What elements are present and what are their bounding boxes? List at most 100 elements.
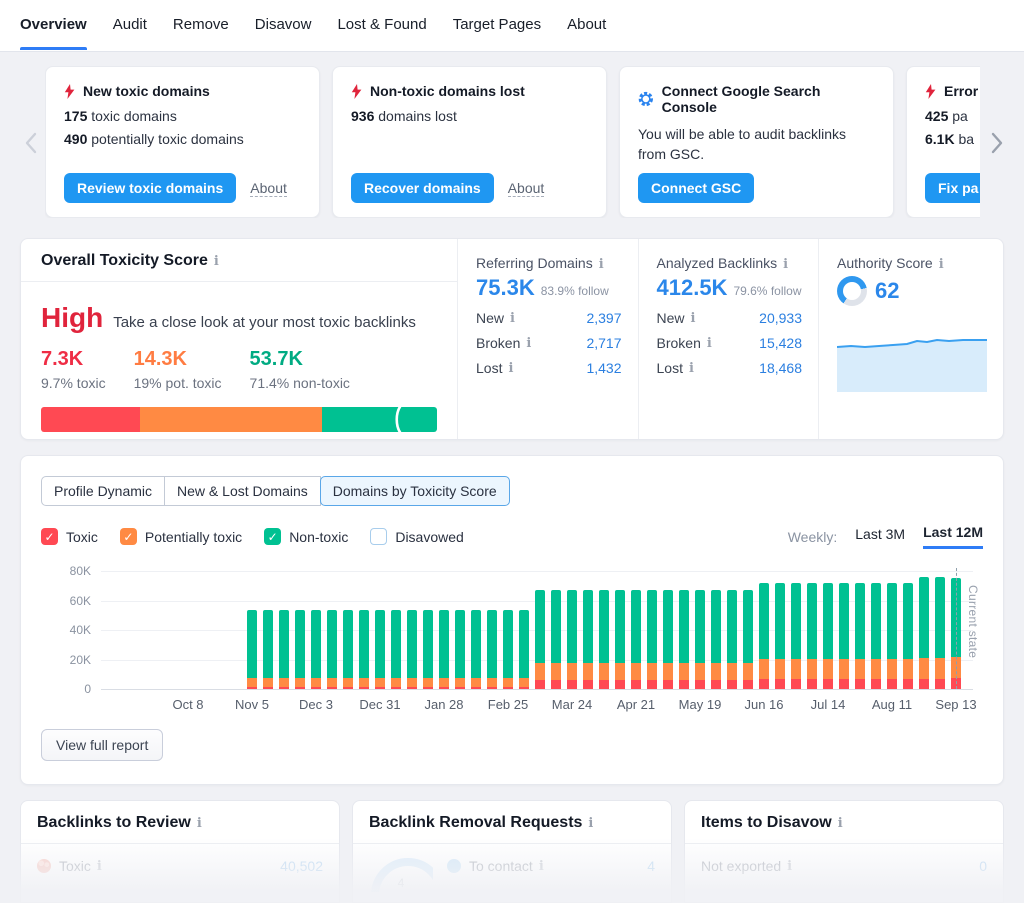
bar-segment[interactable]: [583, 663, 593, 680]
bar-segment[interactable]: [407, 610, 417, 678]
bar-segment[interactable]: [487, 610, 497, 678]
info-icon[interactable]: i: [691, 311, 696, 326]
bar-segment[interactable]: [663, 590, 673, 663]
bar-segment[interactable]: [551, 680, 561, 689]
bar-segment[interactable]: [247, 610, 257, 678]
bar-segment[interactable]: [599, 680, 609, 689]
bar-segment[interactable]: [519, 610, 529, 678]
info-icon[interactable]: i: [539, 859, 544, 874]
bar-segment[interactable]: [359, 610, 369, 678]
bar-segment[interactable]: [823, 679, 833, 689]
bar-segment[interactable]: [919, 577, 929, 658]
bar-segment[interactable]: [311, 678, 321, 687]
tab-domains-by-toxicity-score[interactable]: Domains by Toxicity Score: [320, 476, 510, 506]
bar-segment[interactable]: [295, 610, 305, 678]
bar-segment[interactable]: [823, 659, 833, 680]
bar-segment[interactable]: [759, 679, 769, 689]
bar-segment[interactable]: [343, 610, 353, 678]
checkbox-checked-icon[interactable]: ✓: [41, 528, 58, 545]
bar-segment[interactable]: [695, 663, 705, 680]
bar-segment[interactable]: [311, 610, 321, 678]
bar-segment[interactable]: [679, 663, 689, 680]
info-icon[interactable]: i: [510, 311, 515, 326]
bar-segment[interactable]: [871, 679, 881, 689]
bar-segment[interactable]: [663, 663, 673, 680]
bar-segment[interactable]: [695, 680, 705, 689]
bar-segment[interactable]: [263, 678, 273, 687]
bar-segment[interactable]: [887, 679, 897, 689]
bar-segment[interactable]: [903, 583, 913, 659]
bar-segment[interactable]: [567, 680, 577, 689]
bar-segment[interactable]: [279, 610, 289, 678]
bar-segment[interactable]: [903, 679, 913, 689]
bar-segment[interactable]: [471, 610, 481, 678]
bar-segment[interactable]: [391, 610, 401, 678]
bar-segment[interactable]: [759, 659, 769, 680]
bar-segment[interactable]: [551, 663, 561, 680]
analyzed-backlinks-value[interactable]: 412.5K: [657, 275, 728, 301]
bar-segment[interactable]: [663, 680, 673, 689]
checkbox-unchecked-icon[interactable]: [370, 528, 387, 545]
bar-segment[interactable]: [615, 680, 625, 689]
bar-segment[interactable]: [471, 678, 481, 687]
legend-disavowed[interactable]: Disavowed: [370, 528, 463, 545]
bar-segment[interactable]: [743, 663, 753, 680]
bar-segment[interactable]: [551, 590, 561, 663]
checkbox-checked-icon[interactable]: ✓: [264, 528, 281, 545]
bar-segment[interactable]: [711, 663, 721, 680]
bar-segment[interactable]: [855, 659, 865, 680]
tab-profile-dynamic[interactable]: Profile Dynamic: [41, 476, 165, 506]
row-value[interactable]: 2,397: [586, 310, 621, 326]
bar-segment[interactable]: [855, 679, 865, 689]
bar-segment[interactable]: [903, 659, 913, 680]
bar-segment[interactable]: [583, 680, 593, 689]
connect-gsc-button[interactable]: Connect GSC: [638, 173, 754, 203]
bar-segment[interactable]: [391, 678, 401, 687]
bar-segment[interactable]: [839, 583, 849, 659]
info-icon[interactable]: i: [197, 816, 202, 831]
tab-remove[interactable]: Remove: [173, 1, 229, 50]
bar-segment[interactable]: [855, 583, 865, 659]
info-icon[interactable]: i: [787, 859, 792, 874]
info-icon[interactable]: i: [526, 336, 531, 351]
about-link[interactable]: About: [508, 180, 545, 197]
bar-segment[interactable]: [599, 590, 609, 663]
bar-segment[interactable]: [727, 680, 737, 689]
bar-segment[interactable]: [439, 678, 449, 687]
bar-segment[interactable]: [615, 663, 625, 680]
bar-segment[interactable]: [807, 659, 817, 680]
bar-segment[interactable]: [727, 663, 737, 680]
fix-pages-button[interactable]: Fix pa: [925, 173, 980, 203]
tab-about[interactable]: About: [567, 1, 606, 50]
carousel-prev-button[interactable]: [22, 128, 40, 158]
bar-segment[interactable]: [871, 659, 881, 680]
bar-segment[interactable]: [695, 590, 705, 663]
chart-plot[interactable]: Current state: [101, 571, 973, 689]
bar-segment[interactable]: [359, 678, 369, 687]
bar-segment[interactable]: [455, 678, 465, 687]
bar-segment[interactable]: [343, 678, 353, 687]
row-value[interactable]: 40,502: [280, 858, 323, 874]
bar-segment[interactable]: [535, 663, 545, 680]
bar-segment[interactable]: [711, 680, 721, 689]
info-icon[interactable]: i: [939, 257, 944, 272]
bar-segment[interactable]: [423, 678, 433, 687]
tab-overview[interactable]: Overview: [20, 1, 87, 50]
legend-toxic[interactable]: ✓ Toxic: [41, 528, 98, 545]
bar-segment[interactable]: [519, 678, 529, 687]
bar-segment[interactable]: [759, 583, 769, 659]
recover-domains-button[interactable]: Recover domains: [351, 173, 494, 203]
bar-segment[interactable]: [711, 590, 721, 663]
bar-segment[interactable]: [295, 678, 305, 687]
bar-segment[interactable]: [375, 678, 385, 687]
info-icon[interactable]: i: [783, 257, 788, 272]
bar-segment[interactable]: [407, 678, 417, 687]
bar-segment[interactable]: [647, 663, 657, 680]
bar-segment[interactable]: [631, 680, 641, 689]
info-icon[interactable]: i: [508, 361, 513, 376]
bar-segment[interactable]: [887, 583, 897, 659]
period-last-3m[interactable]: Last 3M: [855, 526, 905, 548]
bar-segment[interactable]: [935, 658, 945, 679]
tab-lost-found[interactable]: Lost & Found: [337, 1, 426, 50]
bar-segment[interactable]: [423, 610, 433, 678]
